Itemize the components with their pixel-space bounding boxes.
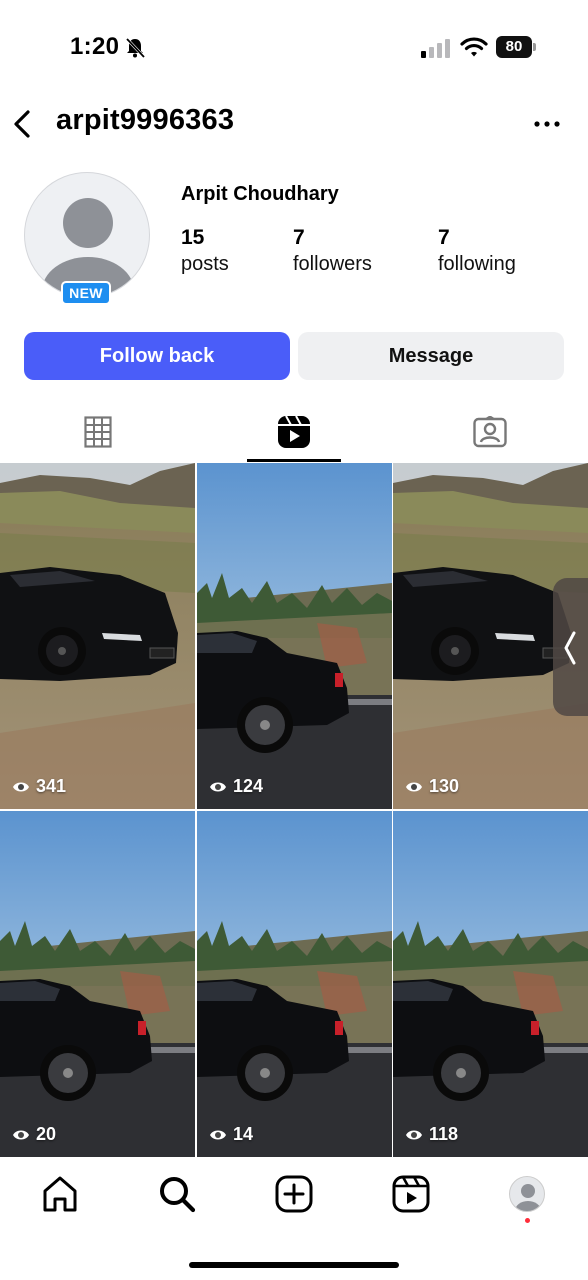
profile-header: arpit9996363 [0,96,588,152]
view-count-value: 130 [429,776,460,796]
eye-icon [13,1130,29,1139]
view-count: 130 [405,776,459,797]
more-options-icon[interactable] [530,112,564,136]
content-tabs [0,402,588,462]
stat-posts[interactable]: 15 posts [181,226,229,276]
status-bar: 1:20 80 [0,0,588,96]
eye-icon [13,782,29,791]
reel-image [197,463,392,809]
profile-full-name: Arpit Choudhary [181,183,339,205]
home-indicator[interactable] [189,1262,399,1268]
reels-nav-icon[interactable] [391,1174,431,1214]
reel-thumbnail[interactable]: 14 [197,811,392,1157]
new-badge: NEW [61,281,111,305]
eye-icon [210,1130,226,1139]
reel-image [197,811,392,1157]
reel-thumbnail[interactable]: 20 [0,811,195,1157]
message-button[interactable]: Message [298,332,564,380]
tab-tagged[interactable] [392,402,588,462]
view-count-value: 118 [429,1124,459,1144]
notification-dot [525,1218,530,1223]
reel-thumbnail[interactable]: 118 [393,811,588,1157]
reel-image [0,463,195,809]
reel-image [0,811,195,1157]
stat-following[interactable]: 7 following [438,226,516,276]
view-count-value: 20 [36,1124,57,1144]
reel-image [393,811,588,1157]
battery-icon: 80 [496,36,536,58]
view-count: 118 [405,1124,458,1145]
view-count: 341 [12,776,66,797]
cellular-signal-icon [421,39,450,58]
reel-thumbnail[interactable]: 341 [0,463,195,809]
view-count-value: 341 [36,776,67,796]
followers-label: followers [293,253,372,275]
grid-icon [84,416,112,448]
default-avatar-icon [42,198,134,297]
side-panel-handle[interactable] [553,578,588,716]
posts-label: posts [181,253,229,275]
reels-icon [278,415,310,448]
home-icon[interactable] [40,1174,80,1214]
eye-icon [406,1130,422,1139]
tab-reels[interactable] [196,402,392,462]
tab-posts[interactable] [0,402,196,462]
followers-count: 7 [293,226,305,249]
create-icon[interactable] [274,1174,314,1214]
back-icon[interactable] [10,106,36,142]
active-tab-indicator [247,459,341,462]
view-count-value: 14 [233,1124,254,1144]
wifi-icon [460,37,488,57]
tagged-icon [473,416,507,448]
reels-grid: 341 124 130 20 14 118 [0,463,588,1157]
reel-thumbnail[interactable]: 124 [197,463,392,809]
stat-followers[interactable]: 7 followers [293,226,372,276]
posts-count: 15 [181,226,205,249]
follow-back-button[interactable]: Follow back [24,332,290,380]
profile-nav-avatar[interactable] [509,1176,545,1212]
eye-icon [406,782,422,791]
view-count-value: 124 [233,776,264,796]
view-count: 124 [209,776,263,797]
bell-slash-icon [125,37,146,59]
profile-username: arpit9996363 [56,104,235,136]
following-count: 7 [438,226,450,249]
default-avatar-icon [515,1184,541,1211]
following-label: following [438,253,516,275]
eye-icon [210,782,226,791]
battery-tip [533,43,536,51]
battery-level: 80 [496,36,532,58]
search-icon[interactable] [157,1174,197,1214]
view-count: 14 [209,1124,253,1145]
profile-avatar[interactable] [24,172,150,298]
view-count: 20 [12,1124,56,1145]
chevron-left-icon [564,631,576,665]
status-time: 1:20 [70,33,120,60]
